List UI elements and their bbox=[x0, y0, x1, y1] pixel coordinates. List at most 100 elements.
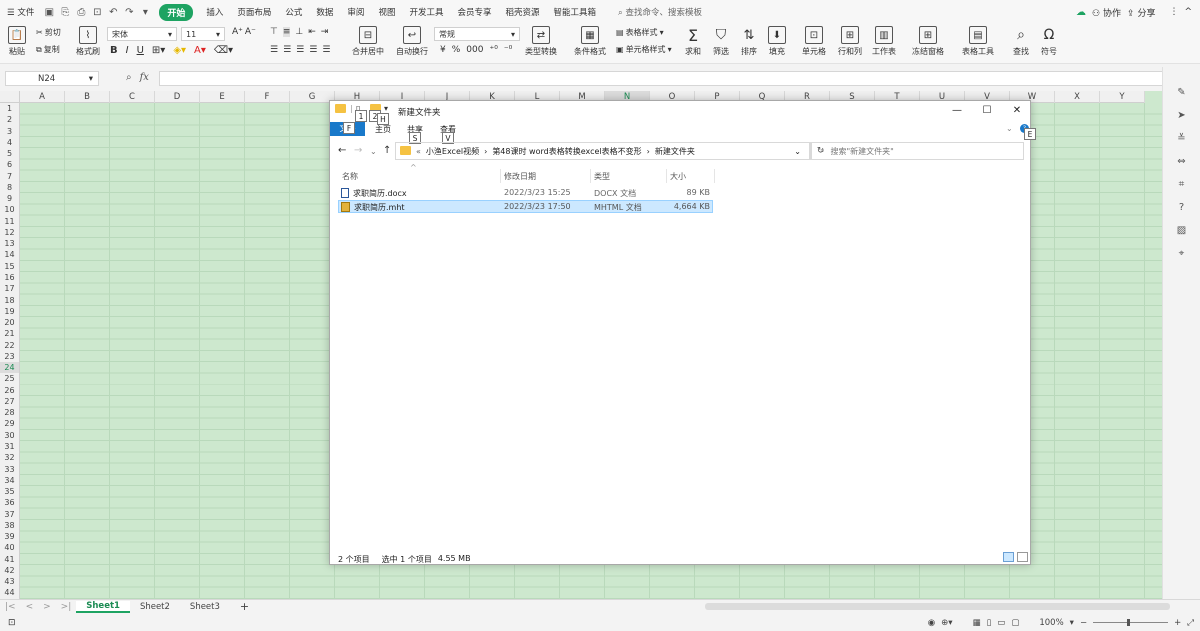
collapse-icon[interactable]: ^ bbox=[1184, 7, 1192, 17]
underline-button[interactable]: U bbox=[137, 45, 144, 56]
macro-icon[interactable]: ⊡ bbox=[8, 618, 16, 628]
column-header[interactable]: C bbox=[110, 91, 155, 103]
row-header[interactable]: 25 bbox=[0, 373, 19, 384]
reading-view-icon[interactable]: ▢ bbox=[1011, 618, 1019, 628]
row-header[interactable]: 20 bbox=[0, 317, 19, 328]
row-header[interactable]: 21 bbox=[0, 328, 19, 339]
select-all-corner[interactable] bbox=[0, 91, 20, 103]
first-sheet-icon[interactable]: |< bbox=[0, 602, 21, 612]
wrap-text-button[interactable]: ↩ 自动换行 bbox=[396, 26, 428, 57]
cut-button[interactable]: ✂ 剪切 bbox=[36, 27, 61, 38]
tab-review[interactable]: 审阅 bbox=[340, 6, 371, 18]
column-date[interactable]: 修改日期 bbox=[504, 171, 536, 182]
print-icon[interactable]: ⎙ bbox=[73, 4, 89, 20]
image-icon[interactable]: ▨ bbox=[1176, 225, 1188, 237]
find-button[interactable]: ⌕ 查找 bbox=[1012, 26, 1030, 57]
file-row[interactable]: 求职简历.docx 2022/3/23 15:25 DOCX 文档 89 KB bbox=[338, 187, 713, 200]
row-header[interactable]: 6 bbox=[0, 159, 19, 170]
fx-icon[interactable]: fx bbox=[140, 72, 149, 83]
align-center-icon[interactable]: ☰ bbox=[283, 45, 291, 55]
column-size[interactable]: 大小 bbox=[670, 171, 686, 182]
cell-style-button[interactable]: ▣ 单元格样式 ▾ bbox=[616, 44, 672, 55]
column-header[interactable]: Y bbox=[1100, 91, 1145, 103]
zoom-dropdown-icon[interactable]: ▾ bbox=[1070, 618, 1074, 628]
location-icon[interactable]: ⌖ bbox=[1176, 248, 1188, 260]
justify-icon[interactable]: ☰ bbox=[309, 45, 317, 55]
menu-file[interactable]: ☰ 文件 bbox=[0, 6, 41, 18]
font-size-select[interactable]: 11 ▾ bbox=[181, 27, 225, 41]
column-header[interactable]: X bbox=[1055, 91, 1100, 103]
font-name-select[interactable]: 宋体 ▾ bbox=[107, 27, 177, 41]
zoom-out-icon[interactable]: − bbox=[1080, 618, 1087, 628]
row-header[interactable]: 5 bbox=[0, 148, 19, 159]
layout-icon[interactable]: ⊕▾ bbox=[941, 618, 952, 628]
tab-toolbox[interactable]: 智能工具箱 bbox=[547, 6, 604, 18]
row-header[interactable]: 38 bbox=[0, 520, 19, 531]
zoom-icon[interactable]: ⌕ bbox=[126, 72, 132, 83]
row-header[interactable]: 29 bbox=[0, 418, 19, 429]
forward-icon[interactable]: → bbox=[354, 145, 362, 156]
row-header[interactable]: 32 bbox=[0, 452, 19, 463]
row-header[interactable]: 33 bbox=[0, 464, 19, 475]
row-header[interactable]: 40 bbox=[0, 542, 19, 553]
back-icon[interactable]: ← bbox=[338, 145, 346, 156]
row-header[interactable]: 39 bbox=[0, 531, 19, 542]
align-left-icon[interactable]: ☰ bbox=[270, 45, 278, 55]
grow-font-icon[interactable]: A⁺ bbox=[232, 27, 243, 37]
tab-page-layout[interactable]: 页面布局 bbox=[230, 6, 278, 18]
sort-button[interactable]: ⇅ 排序 bbox=[740, 26, 758, 57]
bold-button[interactable]: B bbox=[110, 45, 118, 56]
column-name[interactable]: 名称 bbox=[342, 171, 358, 182]
row-col-button[interactable]: ⊞ 行和列 bbox=[838, 26, 862, 57]
tab-data[interactable]: 数据 bbox=[309, 6, 340, 18]
column-header[interactable]: D bbox=[155, 91, 200, 103]
row-header[interactable]: 22 bbox=[0, 340, 19, 351]
fullscreen-icon[interactable]: ⤢ bbox=[1187, 618, 1194, 628]
row-header[interactable]: 10 bbox=[0, 204, 19, 215]
filter-button[interactable]: ⛉ 筛选 bbox=[712, 26, 730, 57]
row-header[interactable]: 4 bbox=[0, 137, 19, 148]
row-header[interactable]: 24 bbox=[0, 362, 19, 374]
align-bottom-icon[interactable]: ⊥ bbox=[295, 27, 303, 37]
row-header[interactable]: 13 bbox=[0, 238, 19, 249]
row-header[interactable]: 43 bbox=[0, 576, 19, 587]
formula-input[interactable] bbox=[159, 71, 1171, 86]
merge-center-button[interactable]: ⊟ 合并居中 bbox=[352, 26, 384, 57]
tab-formula[interactable]: 公式 bbox=[278, 6, 309, 18]
explorer-tab-home[interactable]: 主页 bbox=[375, 124, 391, 135]
decrease-decimal-icon[interactable]: ⁻⁰ bbox=[504, 45, 512, 55]
tab-resources[interactable]: 稻壳资源 bbox=[498, 6, 546, 18]
align-middle-icon[interactable]: ≡ bbox=[282, 27, 291, 37]
row-header[interactable]: 9 bbox=[0, 193, 19, 204]
prev-sheet-icon[interactable]: < bbox=[21, 602, 39, 612]
increase-decimal-icon[interactable]: ⁺⁰ bbox=[489, 45, 497, 55]
quick-access-dropdown-icon[interactable]: ▾ bbox=[137, 4, 153, 20]
row-header[interactable]: 18 bbox=[0, 295, 19, 306]
normal-view-icon[interactable]: ▦ bbox=[973, 618, 981, 628]
zoom-slider[interactable] bbox=[1093, 619, 1169, 626]
fill-button[interactable]: ⬇ 填充 bbox=[768, 26, 786, 57]
page-view-icon[interactable]: ▯ bbox=[987, 618, 992, 628]
collab-button[interactable]: ⚇ 协作 bbox=[1092, 6, 1121, 19]
file-row-selected[interactable]: 求职简历.mht 2022/3/23 17:50 MHTML 文档 4,664 … bbox=[338, 200, 713, 213]
export-icon[interactable]: ⎘ bbox=[57, 4, 73, 20]
font-size-buttons[interactable]: A⁺ A⁻ bbox=[232, 27, 256, 37]
large-icons-view-icon[interactable] bbox=[1017, 552, 1028, 562]
row-header[interactable]: 31 bbox=[0, 441, 19, 452]
column-header[interactable]: A bbox=[20, 91, 65, 103]
details-view-icon[interactable] bbox=[1003, 552, 1014, 562]
last-sheet-icon[interactable]: >| bbox=[56, 602, 77, 612]
crop-icon[interactable]: ⌗ bbox=[1176, 179, 1188, 191]
shrink-font-icon[interactable]: A⁻ bbox=[245, 27, 256, 37]
breadcrumb-1[interactable]: 第48课时 word表格转换excel表格不变形 bbox=[492, 146, 641, 157]
align-right-icon[interactable]: ☰ bbox=[296, 45, 304, 55]
paint-icon[interactable]: ✎ bbox=[1176, 87, 1188, 99]
indent-right-icon[interactable]: ⇥ bbox=[321, 27, 329, 37]
row-header[interactable]: 41 bbox=[0, 554, 19, 565]
sheet-tab-2[interactable]: Sheet2 bbox=[130, 602, 180, 612]
align-top-icon[interactable]: ⊤ bbox=[270, 27, 278, 37]
name-box[interactable]: N24 ▾ bbox=[5, 71, 99, 86]
redo-icon[interactable]: ↷ bbox=[121, 4, 137, 20]
minimize-icon[interactable]: — bbox=[942, 103, 972, 119]
font-color-icon[interactable]: A▾ bbox=[194, 45, 206, 56]
